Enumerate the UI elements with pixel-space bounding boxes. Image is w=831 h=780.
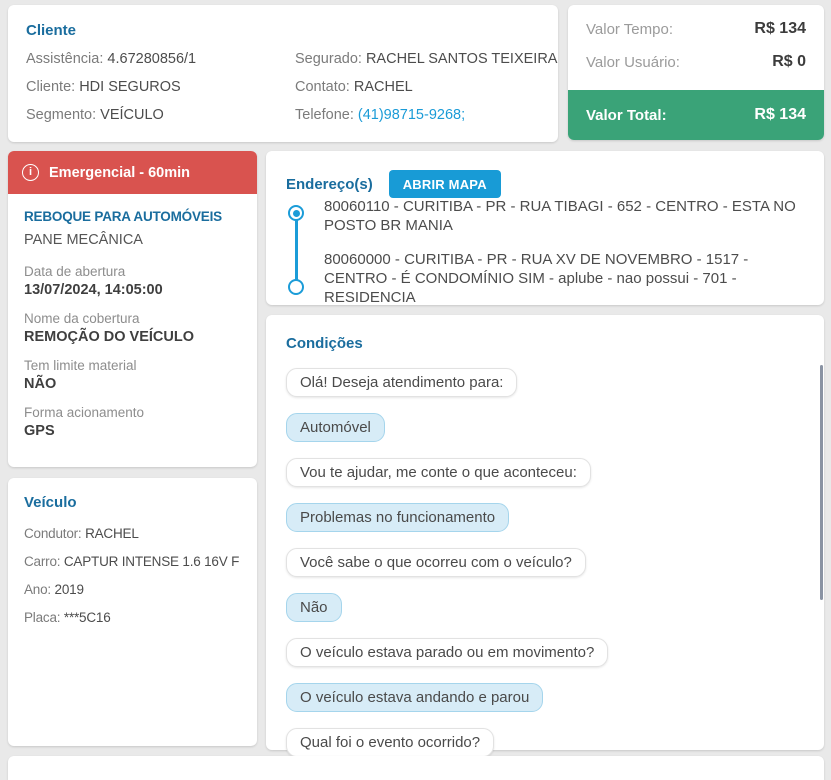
limite-material-field: Tem limite material NÃO xyxy=(24,358,241,392)
forma-acionamento-label: Forma acionamento xyxy=(24,405,145,420)
ano-row: Ano: 2019 xyxy=(24,581,241,599)
cliente-column-right: Segurado: RACHEL SANTOS TEIXEIRA Contato… xyxy=(295,50,557,134)
chat-bubble-bot: Qual foi o evento ocorrido? xyxy=(286,728,495,757)
cliente-columns: Assistência: 4.67280856/1 Cliente: HDI S… xyxy=(26,50,557,134)
valor-usuario-row: Valor Usuário: R$ 0 xyxy=(568,53,824,71)
condutor-label: Condutor: xyxy=(24,526,82,541)
segmento-row: Segmento: VEÍCULO xyxy=(26,106,295,125)
contato-row: Contato: RACHEL xyxy=(295,78,557,97)
destination-address: 80060000 - CURITIBA - PR - RUA XV DE NOV… xyxy=(324,251,749,306)
placa-value: ***5C16 xyxy=(63,610,111,625)
info-icon: i xyxy=(22,164,39,181)
valor-usuario-label: Valor Usuário: xyxy=(586,53,680,71)
data-abertura-value: 13/07/2024, 14:05:00 xyxy=(24,282,163,298)
ano-value: 2019 xyxy=(54,582,84,597)
segurado-row: Segurado: RACHEL SANTOS TEIXEIRA xyxy=(295,50,557,69)
assistencia-value: 4.67280856/1 xyxy=(107,51,197,67)
bottom-card xyxy=(8,756,824,780)
cliente-column-left: Assistência: 4.67280856/1 Cliente: HDI S… xyxy=(26,50,295,134)
servico-title: REBOQUE PARA AUTOMÓVEIS xyxy=(24,209,222,224)
placa-row: Placa: ***5C16 xyxy=(24,609,241,627)
chat-bubble-bot: Vou te ajudar, me conte o que aconteceu: xyxy=(286,458,591,487)
telefone-row: Telefone: (41)98715-9268; xyxy=(295,106,557,125)
telefone-link[interactable]: (41)98715-9268; xyxy=(358,107,465,123)
valor-tempo-row: Valor Tempo: R$ 134 xyxy=(568,20,824,38)
veiculo-card-title: Veículo xyxy=(24,494,77,511)
servico-card: i Emergencial - 60min REBOQUE PARA AUTOM… xyxy=(8,151,257,467)
cliente-value: HDI SEGUROS xyxy=(79,79,181,95)
emergencial-header: i Emergencial - 60min xyxy=(8,151,257,194)
chat-transcript: Olá! Deseja atendimento para: Automóvel … xyxy=(286,368,804,757)
placa-label: Placa: xyxy=(24,610,61,625)
servico-body: REBOQUE PARA AUTOMÓVEIS PANE MECÂNICA Da… xyxy=(8,194,257,467)
contato-label: Contato: xyxy=(295,79,350,95)
enderecos-card-title: Endereço(s) xyxy=(286,175,373,193)
timeline-line xyxy=(294,213,298,287)
chat-bubble-user: O veículo estava andando e parou xyxy=(286,683,544,712)
destination-dot-icon xyxy=(288,279,304,295)
data-abertura-field: Data de abertura 13/07/2024, 14:05:00 xyxy=(24,264,241,298)
cliente-label: Cliente: xyxy=(26,79,76,95)
cobertura-label: Nome da cobertura xyxy=(24,311,140,326)
origin-dot-icon xyxy=(288,205,304,221)
cliente-card: Cliente Assistência: 4.67280856/1 Client… xyxy=(8,5,558,142)
contato-value: RACHEL xyxy=(353,79,413,95)
assistencia-row: Assistência: 4.67280856/1 xyxy=(26,50,295,69)
valor-tempo-value: R$ 134 xyxy=(754,20,806,37)
valor-total-banner: Valor Total: R$ 134 xyxy=(568,90,824,140)
cliente-row: Cliente: HDI SEGUROS xyxy=(26,78,295,97)
data-abertura-label: Data de abertura xyxy=(24,264,126,279)
carro-label: Carro: xyxy=(24,554,61,569)
segurado-value: RACHEL SANTOS TEIXEIRA xyxy=(365,51,558,67)
chat-bubble-user: Automóvel xyxy=(286,413,385,442)
servico-subtitle: PANE MECÂNICA xyxy=(24,232,143,248)
ano-label: Ano: xyxy=(24,582,51,597)
chat-scrollbar-thumb[interactable] xyxy=(820,365,823,600)
segmento-value: VEÍCULO xyxy=(100,107,164,123)
chat-bubble-user: Não xyxy=(286,593,342,622)
cobertura-value: REMOÇÃO DO VEÍCULO xyxy=(24,329,194,345)
chat-bubble-bot: Você sabe o que ocorreu com o veículo? xyxy=(286,548,586,577)
limite-material-label: Tem limite material xyxy=(24,358,137,373)
valor-total-label: Valor Total: xyxy=(586,106,667,124)
assistencia-label: Assistência: xyxy=(26,51,104,67)
chat-bubble-bot: Olá! Deseja atendimento para: xyxy=(286,368,518,397)
telefone-label: Telefone: xyxy=(295,107,354,123)
chat-bubble-bot: O veículo estava parado ou em movimento? xyxy=(286,638,609,667)
carro-row: Carro: CAPTUR INTENSE 1.6 16V F xyxy=(24,553,241,571)
cliente-card-title: Cliente xyxy=(26,22,77,39)
condicoes-card-title: Condições xyxy=(286,335,363,352)
cobertura-field: Nome da cobertura REMOÇÃO DO VEÍCULO xyxy=(24,311,241,345)
valores-card: Valor Tempo: R$ 134 Valor Usuário: R$ 0 … xyxy=(568,5,824,140)
carro-value: CAPTUR INTENSE 1.6 16V F xyxy=(63,554,240,569)
valor-total-value: R$ 134 xyxy=(754,106,806,123)
enderecos-card: Endereço(s) ABRIR MAPA 80060110 - CURITI… xyxy=(266,151,824,306)
emergencial-label: Emergencial - 60min xyxy=(49,164,191,181)
abrir-mapa-button[interactable]: ABRIR MAPA xyxy=(388,170,501,198)
condutor-value: RACHEL xyxy=(85,526,139,541)
condutor-row: Condutor: RACHEL xyxy=(24,525,241,543)
enderecos-header: Endereço(s) ABRIR MAPA xyxy=(266,151,824,198)
forma-acionamento-value: GPS xyxy=(24,423,55,439)
forma-acionamento-field: Forma acionamento GPS xyxy=(24,405,241,439)
limite-material-value: NÃO xyxy=(24,376,57,392)
origin-address: 80060110 - CURITIBA - PR - RUA TIBAGI - … xyxy=(324,198,796,234)
valor-usuario-value: R$ 0 xyxy=(772,53,806,70)
segurado-label: Segurado: xyxy=(295,51,362,67)
valor-tempo-label: Valor Tempo: xyxy=(586,20,673,38)
veiculo-card: Veículo Condutor: RACHEL Carro: CAPTUR I… xyxy=(8,478,257,746)
chat-bubble-user: Problemas no funcionamento xyxy=(286,503,510,532)
segmento-label: Segmento: xyxy=(26,107,97,123)
condicoes-card: Condições Olá! Deseja atendimento para: … xyxy=(266,315,824,757)
